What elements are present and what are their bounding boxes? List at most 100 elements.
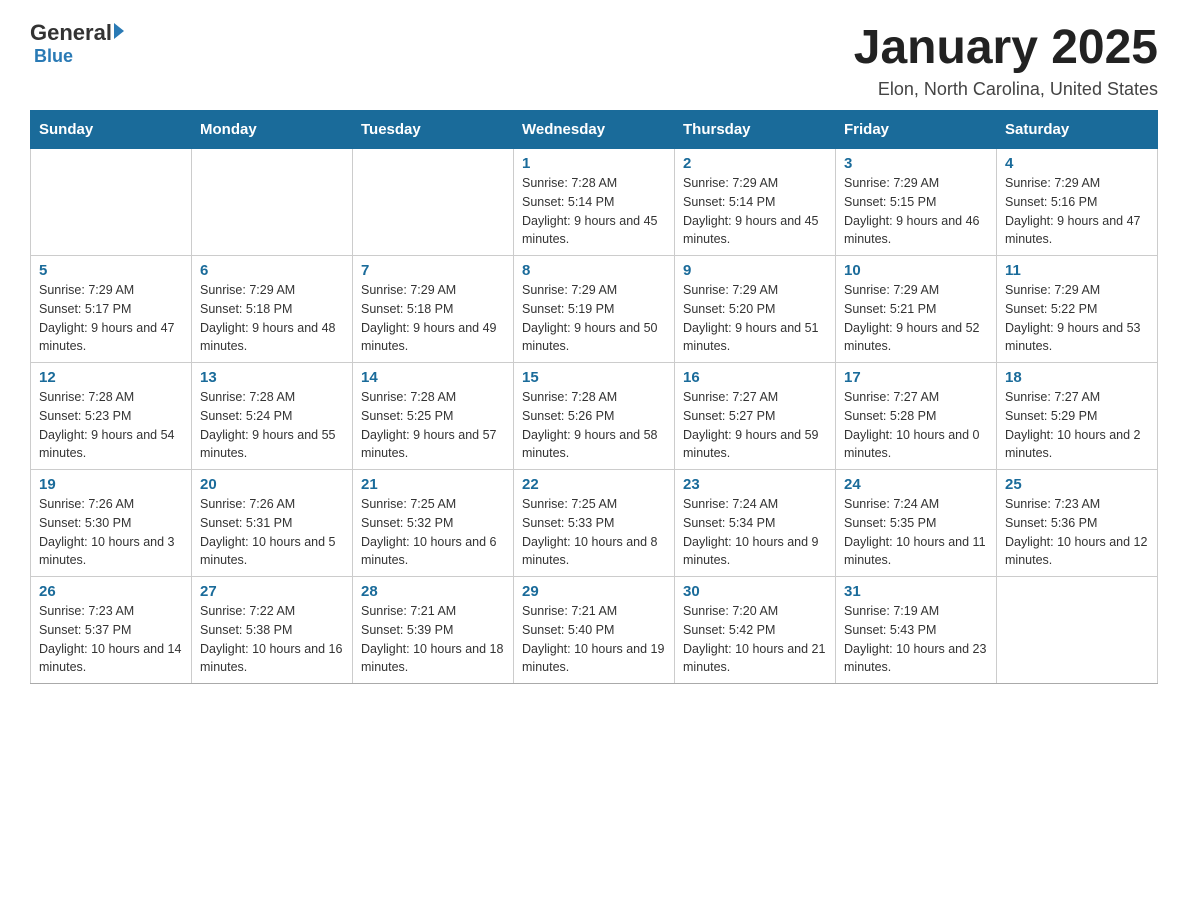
calendar-day-cell: 16 Sunrise: 7:27 AMSunset: 5:27 PMDayligh…	[675, 363, 836, 470]
day-info: Sunrise: 7:28 AMSunset: 5:26 PMDaylight:…	[522, 388, 666, 463]
page-header: General Blue January 2025 Elon, North Ca…	[30, 20, 1158, 100]
calendar-day-cell: 2 Sunrise: 7:29 AMSunset: 5:14 PMDaylight…	[675, 149, 836, 256]
day-number: 26	[39, 583, 183, 600]
calendar-day-cell: 8Sunrise: 7:29 AMSunset: 5:19 PMDaylight…	[514, 256, 675, 363]
day-info: Sunrise: 7:28 AMSunset: 5:24 PMDaylight:…	[200, 388, 344, 463]
day-info: Sunrise: 7:23 AMSunset: 5:36 PMDaylight:…	[1005, 495, 1149, 570]
calendar-day-cell: 28 Sunrise: 7:21 AMSunset: 5:39 PMDayligh…	[353, 577, 514, 684]
calendar-day-cell: 1 Sunrise: 7:28 AMSunset: 5:14 PMDaylight…	[514, 149, 675, 256]
day-number: 30	[683, 583, 827, 600]
calendar-day-cell: 29 Sunrise: 7:21 AMSunset: 5:40 PMDayligh…	[514, 577, 675, 684]
day-of-week-header: Sunday	[31, 111, 192, 149]
calendar-week-row: 19 Sunrise: 7:26 AMSunset: 5:30 PMDayligh…	[31, 470, 1158, 577]
day-of-week-header: Monday	[192, 111, 353, 149]
day-info: Sunrise: 7:19 AMSunset: 5:43 PMDaylight:…	[844, 602, 988, 677]
calendar-day-cell: 20 Sunrise: 7:26 AMSunset: 5:31 PMDayligh…	[192, 470, 353, 577]
day-number: 18	[1005, 369, 1149, 386]
day-number: 21	[361, 476, 505, 493]
logo-blue-text: Blue	[34, 46, 73, 67]
day-number: 20	[200, 476, 344, 493]
day-info: Sunrise: 7:29 AMSunset: 5:20 PMDaylight:…	[683, 281, 827, 356]
day-of-week-header: Thursday	[675, 111, 836, 149]
day-of-week-header: Tuesday	[353, 111, 514, 149]
logo: General Blue	[30, 20, 124, 67]
calendar-day-cell: 24 Sunrise: 7:24 AMSunset: 5:35 PMDayligh…	[836, 470, 997, 577]
day-info: Sunrise: 7:27 AMSunset: 5:27 PMDaylight:…	[683, 388, 827, 463]
day-number: 29	[522, 583, 666, 600]
calendar-day-cell: 22 Sunrise: 7:25 AMSunset: 5:33 PMDayligh…	[514, 470, 675, 577]
day-info: Sunrise: 7:24 AMSunset: 5:35 PMDaylight:…	[844, 495, 988, 570]
calendar-day-cell: 23Sunrise: 7:24 AMSunset: 5:34 PMDayligh…	[675, 470, 836, 577]
calendar-header-row: SundayMondayTuesdayWednesdayThursdayFrid…	[31, 111, 1158, 149]
calendar-day-cell: 19 Sunrise: 7:26 AMSunset: 5:30 PMDayligh…	[31, 470, 192, 577]
day-info: Sunrise: 7:27 AMSunset: 5:29 PMDaylight:…	[1005, 388, 1149, 463]
calendar-day-cell: 15 Sunrise: 7:28 AMSunset: 5:26 PMDayligh…	[514, 363, 675, 470]
calendar-day-cell	[31, 149, 192, 256]
day-number: 22	[522, 476, 666, 493]
day-number: 8	[522, 262, 666, 279]
day-info: Sunrise: 7:29 AMSunset: 5:15 PMDaylight:…	[844, 174, 988, 249]
day-info: Sunrise: 7:29 AMSunset: 5:18 PMDaylight:…	[200, 281, 344, 356]
calendar-day-cell: 4 Sunrise: 7:29 AMSunset: 5:16 PMDaylight…	[997, 149, 1158, 256]
day-info: Sunrise: 7:23 AMSunset: 5:37 PMDaylight:…	[39, 602, 183, 677]
day-info: Sunrise: 7:25 AMSunset: 5:32 PMDaylight:…	[361, 495, 505, 570]
day-info: Sunrise: 7:29 AMSunset: 5:21 PMDaylight:…	[844, 281, 988, 356]
day-info: Sunrise: 7:26 AMSunset: 5:31 PMDaylight:…	[200, 495, 344, 570]
day-info: Sunrise: 7:29 AMSunset: 5:22 PMDaylight:…	[1005, 281, 1149, 356]
calendar-day-cell: 21 Sunrise: 7:25 AMSunset: 5:32 PMDayligh…	[353, 470, 514, 577]
day-number: 17	[844, 369, 988, 386]
day-number: 10	[844, 262, 988, 279]
calendar-subtitle: Elon, North Carolina, United States	[854, 79, 1158, 100]
day-number: 14	[361, 369, 505, 386]
calendar-day-cell: 11 Sunrise: 7:29 AMSunset: 5:22 PMDayligh…	[997, 256, 1158, 363]
calendar-day-cell: 25 Sunrise: 7:23 AMSunset: 5:36 PMDayligh…	[997, 470, 1158, 577]
calendar-week-row: 12Sunrise: 7:28 AMSunset: 5:23 PMDayligh…	[31, 363, 1158, 470]
calendar-day-cell: 17Sunrise: 7:27 AMSunset: 5:28 PMDayligh…	[836, 363, 997, 470]
day-info: Sunrise: 7:26 AMSunset: 5:30 PMDaylight:…	[39, 495, 183, 570]
calendar-title: January 2025	[854, 20, 1158, 75]
day-info: Sunrise: 7:29 AMSunset: 5:18 PMDaylight:…	[361, 281, 505, 356]
day-number: 6	[200, 262, 344, 279]
logo-arrow-icon	[114, 23, 124, 39]
day-info: Sunrise: 7:22 AMSunset: 5:38 PMDaylight:…	[200, 602, 344, 677]
day-info: Sunrise: 7:29 AMSunset: 5:16 PMDaylight:…	[1005, 174, 1149, 249]
day-number: 24	[844, 476, 988, 493]
day-number: 16	[683, 369, 827, 386]
calendar-day-cell: 27 Sunrise: 7:22 AMSunset: 5:38 PMDayligh…	[192, 577, 353, 684]
day-info: Sunrise: 7:25 AMSunset: 5:33 PMDaylight:…	[522, 495, 666, 570]
day-info: Sunrise: 7:29 AMSunset: 5:14 PMDaylight:…	[683, 174, 827, 249]
calendar-week-row: 5 Sunrise: 7:29 AMSunset: 5:17 PMDaylight…	[31, 256, 1158, 363]
calendar-day-cell: 6 Sunrise: 7:29 AMSunset: 5:18 PMDaylight…	[192, 256, 353, 363]
day-number: 5	[39, 262, 183, 279]
calendar-day-cell: 5 Sunrise: 7:29 AMSunset: 5:17 PMDaylight…	[31, 256, 192, 363]
day-number: 19	[39, 476, 183, 493]
day-number: 27	[200, 583, 344, 600]
day-number: 1	[522, 155, 666, 172]
day-number: 2	[683, 155, 827, 172]
calendar-day-cell: 30Sunrise: 7:20 AMSunset: 5:42 PMDayligh…	[675, 577, 836, 684]
day-info: Sunrise: 7:21 AMSunset: 5:39 PMDaylight:…	[361, 602, 505, 677]
day-number: 3	[844, 155, 988, 172]
calendar-day-cell	[192, 149, 353, 256]
calendar-day-cell: 14Sunrise: 7:28 AMSunset: 5:25 PMDayligh…	[353, 363, 514, 470]
day-number: 4	[1005, 155, 1149, 172]
calendar-week-row: 26 Sunrise: 7:23 AMSunset: 5:37 PMDayligh…	[31, 577, 1158, 684]
day-number: 13	[200, 369, 344, 386]
calendar-day-cell	[997, 577, 1158, 684]
day-number: 15	[522, 369, 666, 386]
day-of-week-header: Saturday	[997, 111, 1158, 149]
day-number: 11	[1005, 262, 1149, 279]
day-of-week-header: Wednesday	[514, 111, 675, 149]
day-number: 25	[1005, 476, 1149, 493]
calendar-day-cell: 26 Sunrise: 7:23 AMSunset: 5:37 PMDayligh…	[31, 577, 192, 684]
calendar-day-cell: 12Sunrise: 7:28 AMSunset: 5:23 PMDayligh…	[31, 363, 192, 470]
day-info: Sunrise: 7:29 AMSunset: 5:17 PMDaylight:…	[39, 281, 183, 356]
day-number: 9	[683, 262, 827, 279]
logo-general-text: General	[30, 20, 112, 46]
day-number: 12	[39, 369, 183, 386]
day-info: Sunrise: 7:28 AMSunset: 5:14 PMDaylight:…	[522, 174, 666, 249]
day-number: 31	[844, 583, 988, 600]
title-section: January 2025 Elon, North Carolina, Unite…	[854, 20, 1158, 100]
day-number: 28	[361, 583, 505, 600]
day-info: Sunrise: 7:21 AMSunset: 5:40 PMDaylight:…	[522, 602, 666, 677]
